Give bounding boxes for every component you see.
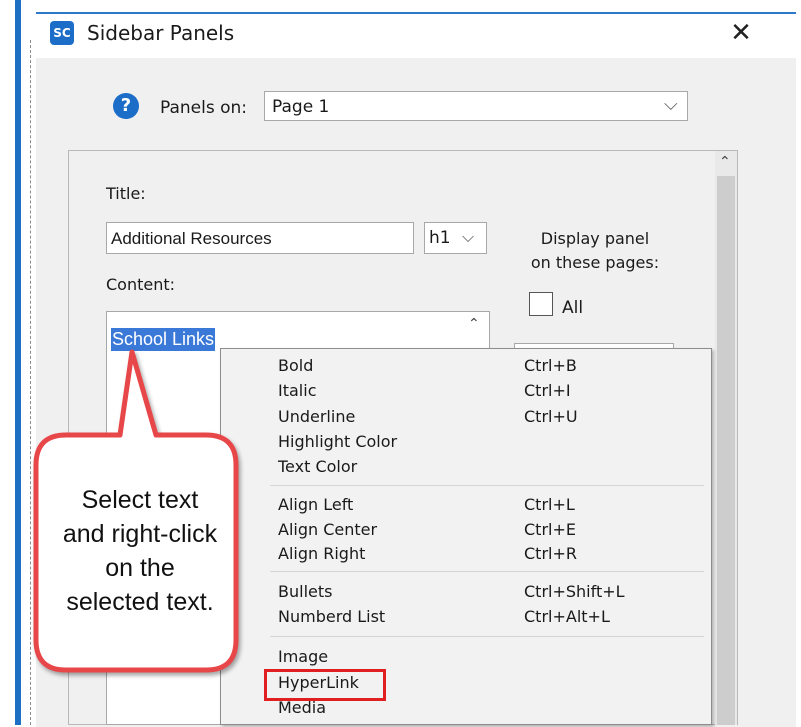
menu-item-text-color[interactable]: Text Color (278, 457, 357, 476)
menu-separator (270, 571, 704, 572)
app-icon: SC (50, 21, 74, 45)
menu-item-bold[interactable]: Bold (278, 356, 313, 375)
menu-item-highlight-color[interactable]: Highlight Color (278, 432, 397, 451)
scroll-up-icon[interactable]: ⌃ (468, 316, 480, 332)
menu-item-underline[interactable]: Underline (278, 407, 355, 426)
callout-text: Select text and right-click on the selec… (48, 483, 232, 619)
menu-item-align-left[interactable]: Align Left (278, 495, 353, 514)
menu-shortcut: Ctrl+E (524, 520, 576, 539)
scroll-thumb[interactable] (717, 176, 735, 725)
callout-line: Select text (81, 486, 199, 514)
menu-shortcut: Ctrl+U (524, 407, 578, 426)
menu-item-image[interactable]: Image (278, 647, 328, 666)
dialog-title: Sidebar Panels (87, 21, 235, 45)
menu-item-italic[interactable]: Italic (278, 381, 316, 400)
callout-line: on the (105, 554, 175, 582)
menu-separator (270, 636, 704, 637)
page-select-value: Page 1 (272, 97, 330, 117)
menu-shortcut: Ctrl+Shift+L (524, 582, 625, 601)
display-panel-label: Display panel on these pages: (520, 227, 670, 275)
title-input-value: Additional Resources (111, 229, 272, 248)
callout-line: and right-click (62, 520, 218, 548)
menu-shortcut: Ctrl+L (524, 495, 575, 514)
close-button[interactable]: ✕ (726, 18, 756, 48)
window-edge (15, 0, 21, 725)
highlight-box (264, 669, 386, 701)
menu-item-bullets[interactable]: Bullets (278, 582, 332, 601)
chevron-down-icon[interactable]: ⌵ (664, 94, 678, 115)
menu-shortcut: Ctrl+I (524, 381, 571, 400)
all-pages-label: All (562, 298, 584, 318)
callout-line: selected text. (66, 588, 214, 616)
all-pages-checkbox[interactable] (529, 292, 553, 316)
menu-item-numberd-list[interactable]: Numberd List (278, 607, 385, 626)
help-icon[interactable]: ? (113, 93, 139, 119)
panels-on-label: Panels on: (160, 98, 248, 118)
menu-item-align-right[interactable]: Align Right (278, 544, 365, 563)
scroll-up-icon[interactable]: ⌃ (719, 154, 731, 170)
chevron-down-icon[interactable]: ⌵ (462, 227, 474, 247)
menu-separator (270, 485, 704, 486)
menu-item-align-center[interactable]: Align Center (278, 520, 377, 539)
heading-level-value: h1 (429, 228, 451, 248)
display-label-line: Display panel (540, 229, 650, 248)
menu-shortcut: Ctrl+R (524, 544, 577, 563)
display-label-line: on these pages: (530, 253, 660, 272)
menu-shortcut: Ctrl+Alt+L (524, 607, 610, 626)
content-label: Content: (106, 275, 176, 294)
menu-shortcut: Ctrl+B (524, 356, 577, 375)
title-label: Title: (106, 184, 146, 203)
